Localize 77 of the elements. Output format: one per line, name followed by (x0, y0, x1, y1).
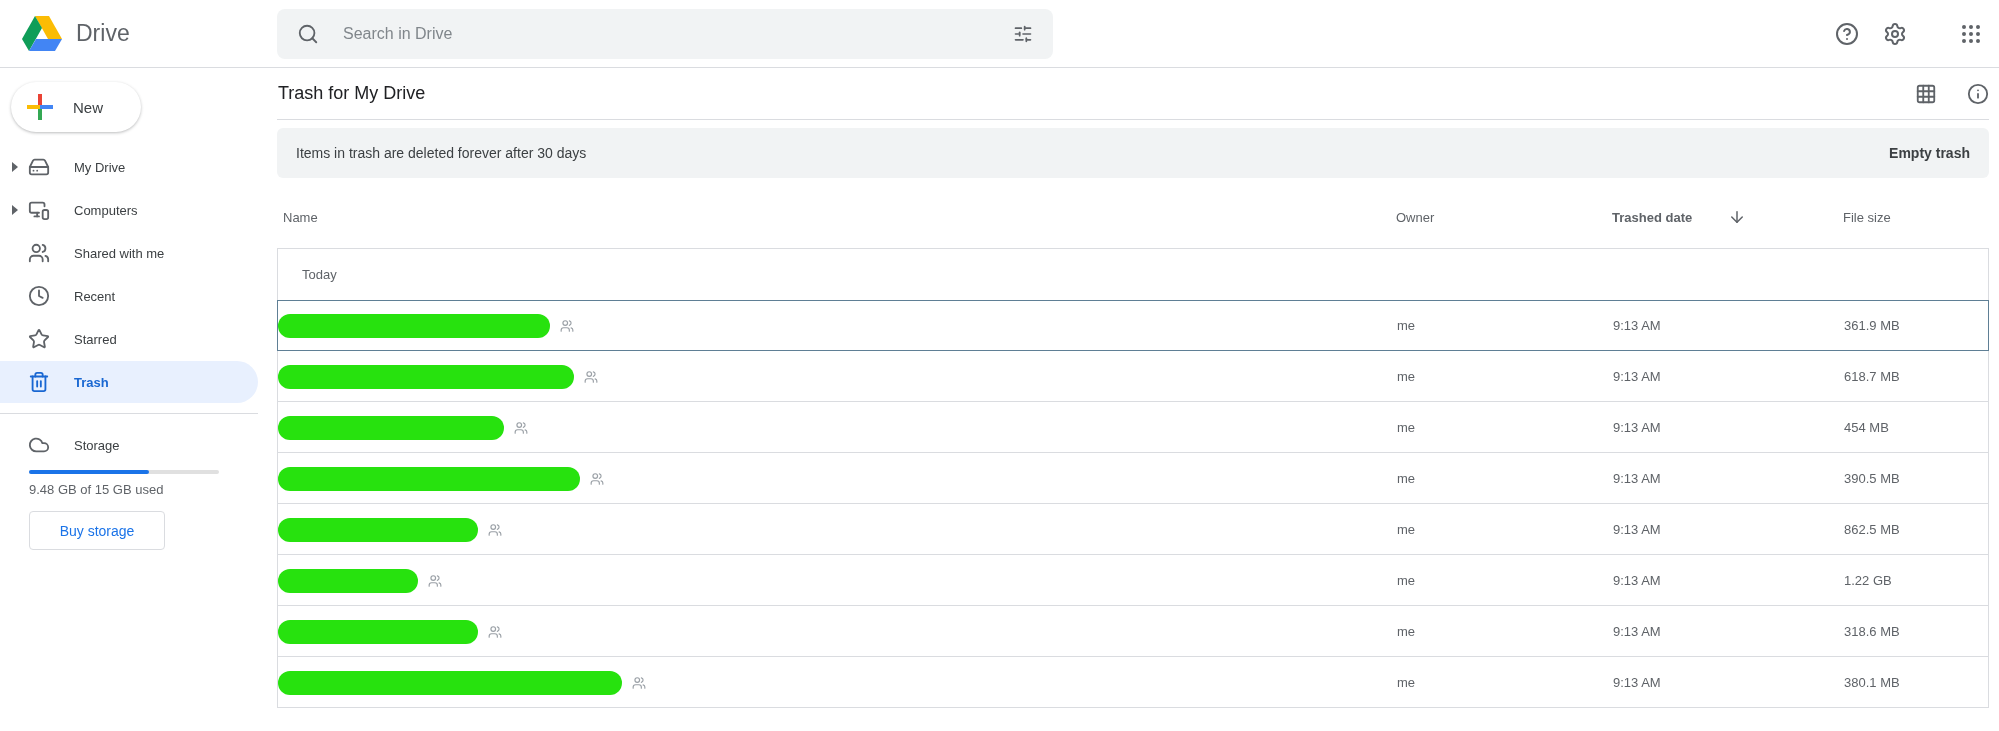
recent-icon (28, 285, 50, 307)
column-header[interactable]: Owner (1396, 209, 1612, 225)
search-bar[interactable]: Search in Drive (277, 8, 1053, 59)
column-header[interactable]: Trashed date (1612, 209, 1693, 225)
owner-cell-text: me (1397, 573, 1417, 588)
date-cell-text: 9:13 AM (1613, 522, 1662, 537)
file-row[interactable]: me 9:13 AM 361.9 MB (277, 300, 1989, 351)
grid-view-icon[interactable] (1915, 82, 1937, 105)
caret-icon (12, 162, 18, 172)
page-title: Trash for My Drive (278, 83, 426, 104)
shared-icon (28, 242, 50, 264)
search-input[interactable]: Search in Drive (341, 23, 991, 44)
column-header[interactable]: File size (1843, 209, 1989, 225)
starred-icon (28, 328, 50, 350)
date-cell-text: 9:13 AM (1613, 318, 1662, 333)
column-header[interactable]: Name (277, 209, 1396, 225)
file-row[interactable]: me 9:13 AM 318.6 MB (277, 606, 1989, 657)
search-icon[interactable] (297, 22, 319, 45)
app-name: Drive (76, 20, 130, 47)
info-icon[interactable] (1967, 82, 1989, 105)
owner-cell-text: me (1397, 420, 1417, 435)
new-button[interactable]: New (11, 82, 141, 132)
empty-trash-button[interactable]: Empty trash (1889, 139, 1970, 167)
date-cell-text: 9:13 AM (1613, 471, 1662, 486)
nav-item[interactable]: Starred (0, 318, 258, 360)
storage-label: Storage (74, 437, 120, 453)
size-cell-text: 380.1 MB (1844, 675, 1901, 690)
owner-cell-text: me (1397, 369, 1417, 384)
computers-icon (28, 199, 50, 221)
group-label: Today (302, 267, 337, 282)
caret-icon (12, 205, 18, 215)
size-cell-text: 618.7 MB (1844, 369, 1901, 384)
nav-item[interactable]: Recent (0, 275, 258, 317)
help-icon[interactable] (1835, 21, 1859, 46)
trash-icon (28, 371, 50, 393)
shared-icon (514, 420, 528, 435)
shared-icon (488, 522, 502, 537)
file-row[interactable]: me 9:13 AM 454 MB (277, 402, 1989, 453)
shared-icon (632, 675, 646, 690)
date-cell-text: 9:13 AM (1613, 675, 1662, 690)
filter-icon[interactable] (1013, 23, 1033, 44)
date-cell-text: 9:13 AM (1613, 420, 1662, 435)
size-cell-text: 862.5 MB (1844, 522, 1901, 537)
nav-item[interactable]: Computers (0, 189, 258, 231)
drive-icon (28, 156, 50, 178)
owner-cell-text: me (1397, 624, 1417, 639)
shared-icon (488, 624, 502, 639)
drive-logo-icon (22, 15, 62, 52)
owner-cell-text: me (1397, 675, 1417, 690)
file-row[interactable]: me 9:13 AM 618.7 MB (277, 351, 1989, 402)
shared-icon (428, 573, 442, 588)
shared-icon (584, 369, 598, 384)
file-row[interactable]: me 9:13 AM 862.5 MB (277, 504, 1989, 555)
size-cell-text: 318.6 MB (1844, 624, 1901, 639)
plus-icon (27, 94, 53, 120)
date-cell-text: 9:13 AM (1613, 624, 1662, 639)
size-cell-text: 1.22 GB (1844, 573, 1893, 588)
date-cell-text: 9:13 AM (1613, 369, 1662, 384)
file-row[interactable]: me 9:13 AM 1.22 GB (277, 555, 1989, 606)
buy-storage-button[interactable]: Buy storage (29, 511, 165, 550)
settings-icon[interactable] (1883, 21, 1907, 46)
banner-text: Items in trash are deleted forever after 30 days (296, 145, 587, 161)
nav-item[interactable]: Shared with me (0, 232, 258, 274)
size-cell-text: 454 MB (1844, 420, 1890, 435)
nav-item[interactable]: Trash (0, 361, 258, 403)
size-cell-text: 390.5 MB (1844, 471, 1901, 486)
size-cell-text: 361.9 MB (1844, 318, 1901, 333)
file-row[interactable]: me 9:13 AM 390.5 MB (277, 453, 1989, 504)
date-cell-text: 9:13 AM (1613, 573, 1662, 588)
shared-icon (560, 318, 574, 333)
file-row[interactable]: me 9:13 AM 380.1 MB (277, 657, 1989, 708)
owner-cell-text: me (1397, 318, 1417, 333)
storage-usage: 9.48 GB of 15 GB used (29, 482, 165, 497)
shared-icon (590, 471, 604, 486)
nav-item[interactable]: My Drive (0, 146, 258, 188)
owner-cell-text: me (1397, 522, 1417, 537)
owner-cell-text: me (1397, 471, 1417, 486)
